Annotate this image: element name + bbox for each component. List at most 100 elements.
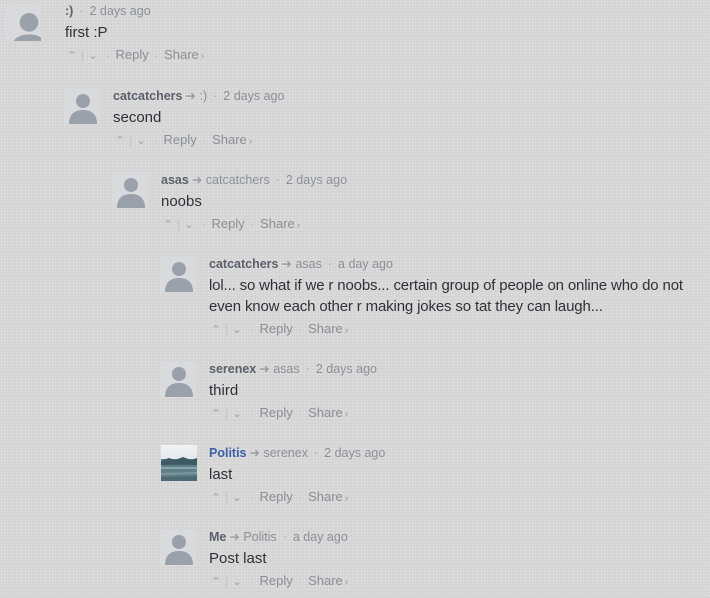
separator: · (327, 257, 333, 271)
author-name[interactable]: Me (209, 530, 226, 544)
comment-text: Post last (209, 550, 267, 567)
chevron-up-icon[interactable]: ⌃ (161, 217, 175, 233)
reply-button[interactable]: Reply (163, 132, 196, 148)
author-name[interactable]: catcatchers (113, 89, 183, 103)
chevron-down-icon[interactable]: ⌄ (134, 133, 148, 149)
comment-actions: ⌃ | ⌄ · Reply · Share › (161, 216, 701, 234)
separator: · (106, 51, 110, 62)
reply-arrow-icon: ➜ (259, 362, 270, 376)
comment-text: second (113, 109, 162, 126)
share-button[interactable]: Share (260, 216, 295, 232)
reply-button[interactable]: Reply (259, 405, 292, 421)
chevron-down-icon[interactable]: ⌄ (86, 48, 100, 64)
separator: · (213, 89, 218, 103)
timestamp[interactable]: 2 days ago (286, 173, 347, 187)
in-reply-to[interactable]: serenex (263, 446, 307, 460)
chevron-down-icon[interactable]: ⌄ (230, 574, 244, 590)
chevron-up-icon[interactable]: ⌃ (209, 490, 223, 506)
author-name[interactable]: :) (65, 4, 73, 18)
reply-arrow-icon: ➜ (249, 446, 260, 460)
comment-actions: ⌃ | ⌄ · Reply · Share › (113, 132, 693, 150)
chevron-right-icon: › (344, 325, 349, 336)
timestamp[interactable]: a day ago (338, 257, 393, 271)
reply-button[interactable]: Reply (259, 321, 292, 337)
chevron-up-icon[interactable]: ⌃ (209, 406, 223, 422)
comment-actions: ⌃ | ⌄ · Reply · Share › (209, 573, 699, 591)
author-name[interactable]: asas (161, 173, 189, 187)
separator: · (250, 220, 255, 231)
comment-text: last (209, 466, 233, 483)
separator: · (305, 362, 310, 376)
comment-actions: ⌃ | ⌄ · Reply · Share › (209, 321, 709, 339)
timestamp[interactable]: 2 days ago (90, 4, 151, 18)
chevron-up-icon[interactable]: ⌃ (65, 48, 79, 64)
comment-header: serenex ➜ asas · 2 days ago (209, 361, 699, 377)
avatar[interactable] (161, 361, 197, 397)
comment-actions: ⌃ | ⌄ · Reply · Share › (209, 405, 699, 423)
in-reply-to[interactable]: :) (199, 89, 207, 103)
in-reply-to[interactable]: asas (295, 257, 321, 271)
reply-button[interactable]: Reply (115, 47, 148, 63)
separator: · (250, 493, 254, 504)
author-name[interactable]: Politis (209, 446, 247, 460)
author-name[interactable]: catcatchers (209, 257, 279, 271)
comment-text: first :P (65, 24, 108, 41)
avatar[interactable] (161, 529, 197, 565)
timestamp[interactable]: a day ago (293, 530, 348, 544)
chevron-down-icon[interactable]: ⌄ (182, 217, 196, 233)
share-button[interactable]: Share (308, 321, 343, 337)
avatar[interactable] (113, 172, 149, 208)
chevron-right-icon: › (296, 220, 301, 231)
avatar[interactable] (161, 256, 197, 292)
avatar[interactable] (5, 5, 41, 41)
timestamp[interactable]: 2 days ago (324, 446, 385, 460)
reply-button[interactable]: Reply (259, 573, 292, 589)
separator: · (298, 493, 303, 504)
separator: · (154, 51, 159, 62)
share-button[interactable]: Share (308, 405, 343, 421)
in-reply-to[interactable]: Politis (243, 530, 276, 544)
share-button[interactable]: Share (308, 573, 343, 589)
chevron-down-icon[interactable]: ⌄ (230, 406, 244, 422)
chevron-down-icon[interactable]: ⌄ (230, 322, 244, 338)
reply-button[interactable]: Reply (211, 216, 244, 232)
comment-header: catcatchers ➜ asas · a day ago (209, 256, 709, 272)
reply-arrow-icon: ➜ (229, 530, 240, 544)
chevron-up-icon[interactable]: ⌃ (209, 322, 223, 338)
divider: | (225, 490, 229, 504)
separator: · (282, 530, 287, 544)
separator: · (250, 325, 254, 336)
chevron-up-icon[interactable]: ⌃ (209, 574, 223, 590)
comment-header: :) · 2 days ago (65, 3, 705, 19)
reply-arrow-icon: ➜ (191, 173, 203, 187)
chevron-down-icon[interactable]: ⌄ (230, 490, 244, 506)
chevron-right-icon: › (344, 409, 349, 420)
separator: · (250, 409, 254, 420)
share-button[interactable]: Share (164, 47, 199, 63)
avatar[interactable] (65, 88, 101, 124)
in-reply-to[interactable]: catcatchers (206, 173, 270, 187)
chevron-right-icon: › (248, 136, 253, 147)
separator: · (298, 409, 303, 420)
separator: · (154, 136, 158, 147)
chevron-right-icon: › (200, 51, 205, 62)
timestamp[interactable]: 2 days ago (223, 89, 284, 103)
reply-button[interactable]: Reply (259, 489, 292, 505)
reply-arrow-icon: ➜ (281, 257, 292, 271)
separator: · (202, 220, 206, 231)
separator: · (79, 4, 84, 18)
share-button[interactable]: Share (308, 489, 343, 505)
share-button[interactable]: Share (212, 132, 247, 148)
divider: | (177, 217, 181, 231)
comment-actions: ⌃ | ⌄ · Reply · Share › (65, 47, 705, 65)
comment-actions: ⌃ | ⌄ · Reply · Share › (209, 489, 699, 507)
reply-arrow-icon: ➜ (185, 89, 196, 103)
divider: | (225, 322, 229, 336)
author-name[interactable]: serenex (209, 362, 256, 376)
divider: | (129, 133, 133, 147)
avatar[interactable] (161, 445, 197, 481)
in-reply-to[interactable]: asas (273, 362, 299, 376)
timestamp[interactable]: 2 days ago (316, 362, 377, 376)
chevron-up-icon[interactable]: ⌃ (113, 133, 127, 149)
divider: | (225, 406, 229, 420)
